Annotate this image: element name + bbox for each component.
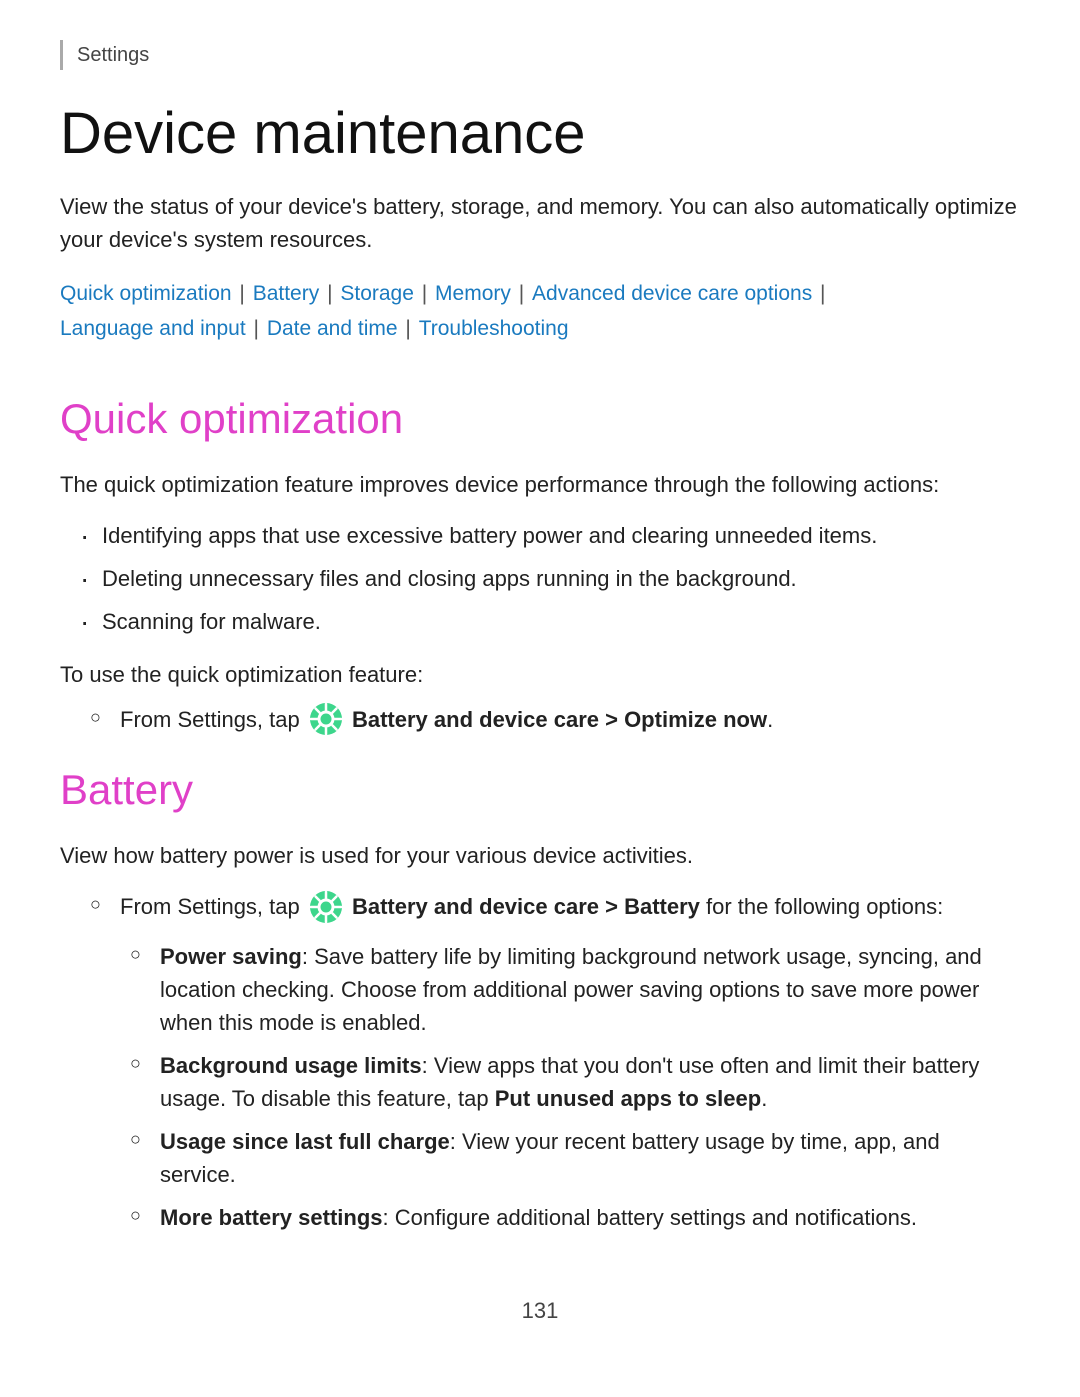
list-item: Power saving: Save battery life by limit…: [130, 940, 1020, 1039]
quick-optimization-circle-list: From Settings, tap Battery and device ca…: [90, 703, 1020, 738]
battery-section: Battery View how battery power is used f…: [60, 758, 1020, 1233]
nav-link-battery[interactable]: Battery: [253, 282, 320, 305]
page-title: Device maintenance: [60, 102, 1020, 166]
list-item: More battery settings: Configure additio…: [130, 1201, 1020, 1234]
nav-links: Quick optimization | Battery | Storage |…: [60, 276, 1020, 347]
settings-label: Settings: [60, 40, 1020, 70]
battery-options-list: Power saving: Save battery life by limit…: [130, 940, 1020, 1234]
list-item: From Settings, tap Battery and device ca…: [90, 703, 1020, 738]
page-number: 131: [522, 1298, 559, 1323]
list-item: From Settings, tap Battery and device ca…: [90, 890, 1020, 1233]
nav-link-advanced[interactable]: Advanced device care options: [532, 282, 812, 305]
intro-text: View the status of your device's battery…: [60, 190, 1020, 256]
nav-link-date[interactable]: Date and time: [267, 317, 398, 340]
step-bold-text: Battery and device care > Optimize now: [352, 707, 767, 732]
battery-step-bold: Battery and device care > Battery: [352, 894, 700, 919]
battery-circle-list: From Settings, tap Battery and device ca…: [90, 890, 1020, 1233]
nav-link-storage[interactable]: Storage: [340, 282, 414, 305]
quick-optimization-bullet-list: Identifying apps that use excessive batt…: [80, 519, 1020, 638]
nav-link-memory[interactable]: Memory: [435, 282, 511, 305]
quick-optimization-step-intro: To use the quick optimization feature:: [60, 658, 1020, 691]
page-footer: 131: [60, 1294, 1020, 1327]
quick-optimization-section: Quick optimization The quick optimizatio…: [60, 387, 1020, 738]
nav-link-quick-optimization[interactable]: Quick optimization: [60, 282, 232, 305]
settings-app-icon-2: [309, 890, 343, 924]
nav-link-troubleshooting[interactable]: Troubleshooting: [419, 317, 569, 340]
quick-optimization-intro: The quick optimization feature improves …: [60, 468, 1020, 501]
list-item: Usage since last full charge: View your …: [130, 1125, 1020, 1191]
list-item: Identifying apps that use excessive batt…: [80, 519, 1020, 552]
battery-intro: View how battery power is used for your …: [60, 839, 1020, 872]
battery-heading: Battery: [60, 758, 1020, 821]
settings-app-icon: [309, 702, 343, 736]
nav-link-language[interactable]: Language and input: [60, 317, 246, 340]
list-item: Deleting unnecessary files and closing a…: [80, 562, 1020, 595]
quick-optimization-heading: Quick optimization: [60, 387, 1020, 450]
list-item: Background usage limits: View apps that …: [130, 1049, 1020, 1115]
list-item: Scanning for malware.: [80, 605, 1020, 638]
